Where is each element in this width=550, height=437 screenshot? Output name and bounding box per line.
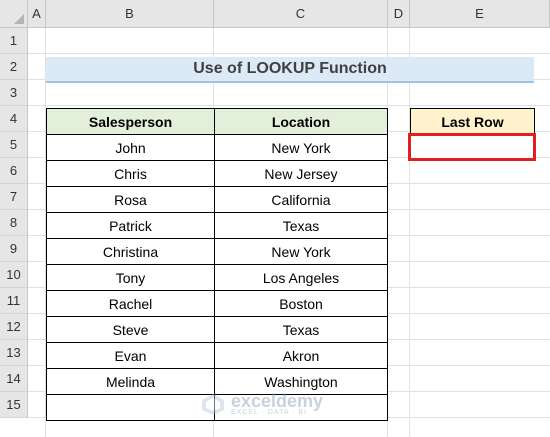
last-row-header[interactable]: Last Row xyxy=(410,108,535,135)
last-row-cell[interactable] xyxy=(408,133,536,161)
cell-salesperson[interactable]: John xyxy=(46,134,215,161)
column-header-c[interactable]: C xyxy=(214,0,388,28)
row-header-5[interactable]: 5 xyxy=(0,132,28,158)
row-header-4[interactable]: 4 xyxy=(0,106,28,132)
cell-salesperson[interactable]: Chris xyxy=(46,160,215,187)
exceldemy-logo-icon xyxy=(202,394,224,415)
gridline-horizontal xyxy=(28,53,550,54)
row-header-11[interactable]: 11 xyxy=(0,288,28,314)
cell-location[interactable]: New York xyxy=(214,238,388,265)
row-header-15[interactable]: 15 xyxy=(0,392,28,418)
cell-salesperson[interactable]: Evan xyxy=(46,342,215,369)
row-header-8[interactable]: 8 xyxy=(0,210,28,236)
row-header-9[interactable]: 9 xyxy=(0,236,28,262)
watermark-name: exceldemy xyxy=(231,390,324,411)
column-header-d[interactable]: D xyxy=(388,0,410,28)
spreadsheet: A B C D E 1 2 3 4 5 6 7 8 9 10 11 12 13 14 15 Use of L… xyxy=(0,0,550,437)
cell-salesperson[interactable]: Tony xyxy=(46,264,215,291)
header-location[interactable]: Location xyxy=(214,108,388,135)
row-header-3[interactable]: 3 xyxy=(0,80,28,106)
cell-salesperson[interactable]: Rachel xyxy=(46,290,215,317)
cell-location[interactable]: Boston xyxy=(214,290,388,317)
cell-salesperson[interactable]: Steve xyxy=(46,316,215,343)
cell-salesperson[interactable]: Rosa xyxy=(46,186,215,213)
cell-salesperson[interactable] xyxy=(46,394,215,421)
sheet-title[interactable]: Use of LOOKUP Function xyxy=(46,57,534,83)
row-header-14[interactable]: 14 xyxy=(0,366,28,392)
column-header-b[interactable]: B xyxy=(46,0,214,28)
row-header-2[interactable]: 2 xyxy=(0,54,28,80)
select-all-triangle-icon xyxy=(14,14,24,24)
cell-location[interactable]: Texas xyxy=(214,316,388,343)
row-header-6[interactable]: 6 xyxy=(0,158,28,184)
exceldemy-watermark: exceldemy EXCEL · DATA · BI xyxy=(200,388,350,420)
cell-location[interactable]: California xyxy=(214,186,388,213)
row-header-7[interactable]: 7 xyxy=(0,184,28,210)
gridline-vertical xyxy=(409,28,410,437)
header-salesperson[interactable]: Salesperson xyxy=(46,108,215,135)
cell-location[interactable]: Los Angeles xyxy=(214,264,388,291)
row-header-12[interactable]: 12 xyxy=(0,314,28,340)
cell-location[interactable]: Texas xyxy=(214,212,388,239)
gridline-horizontal xyxy=(28,105,550,106)
row-header-1[interactable]: 1 xyxy=(0,28,28,54)
column-header-e[interactable]: E xyxy=(410,0,550,28)
select-all-corner[interactable] xyxy=(0,0,28,28)
cell-salesperson[interactable]: Patrick xyxy=(46,212,215,239)
column-header-a[interactable]: A xyxy=(28,0,46,28)
row-header-10[interactable]: 10 xyxy=(0,262,28,288)
cell-salesperson[interactable]: Christina xyxy=(46,238,215,265)
cell-location[interactable]: New Jersey xyxy=(214,160,388,187)
cell-salesperson[interactable]: Melinda xyxy=(46,368,215,395)
row-header-13[interactable]: 13 xyxy=(0,340,28,366)
cell-location[interactable]: Akron xyxy=(214,342,388,369)
cell-location[interactable]: New York xyxy=(214,134,388,161)
